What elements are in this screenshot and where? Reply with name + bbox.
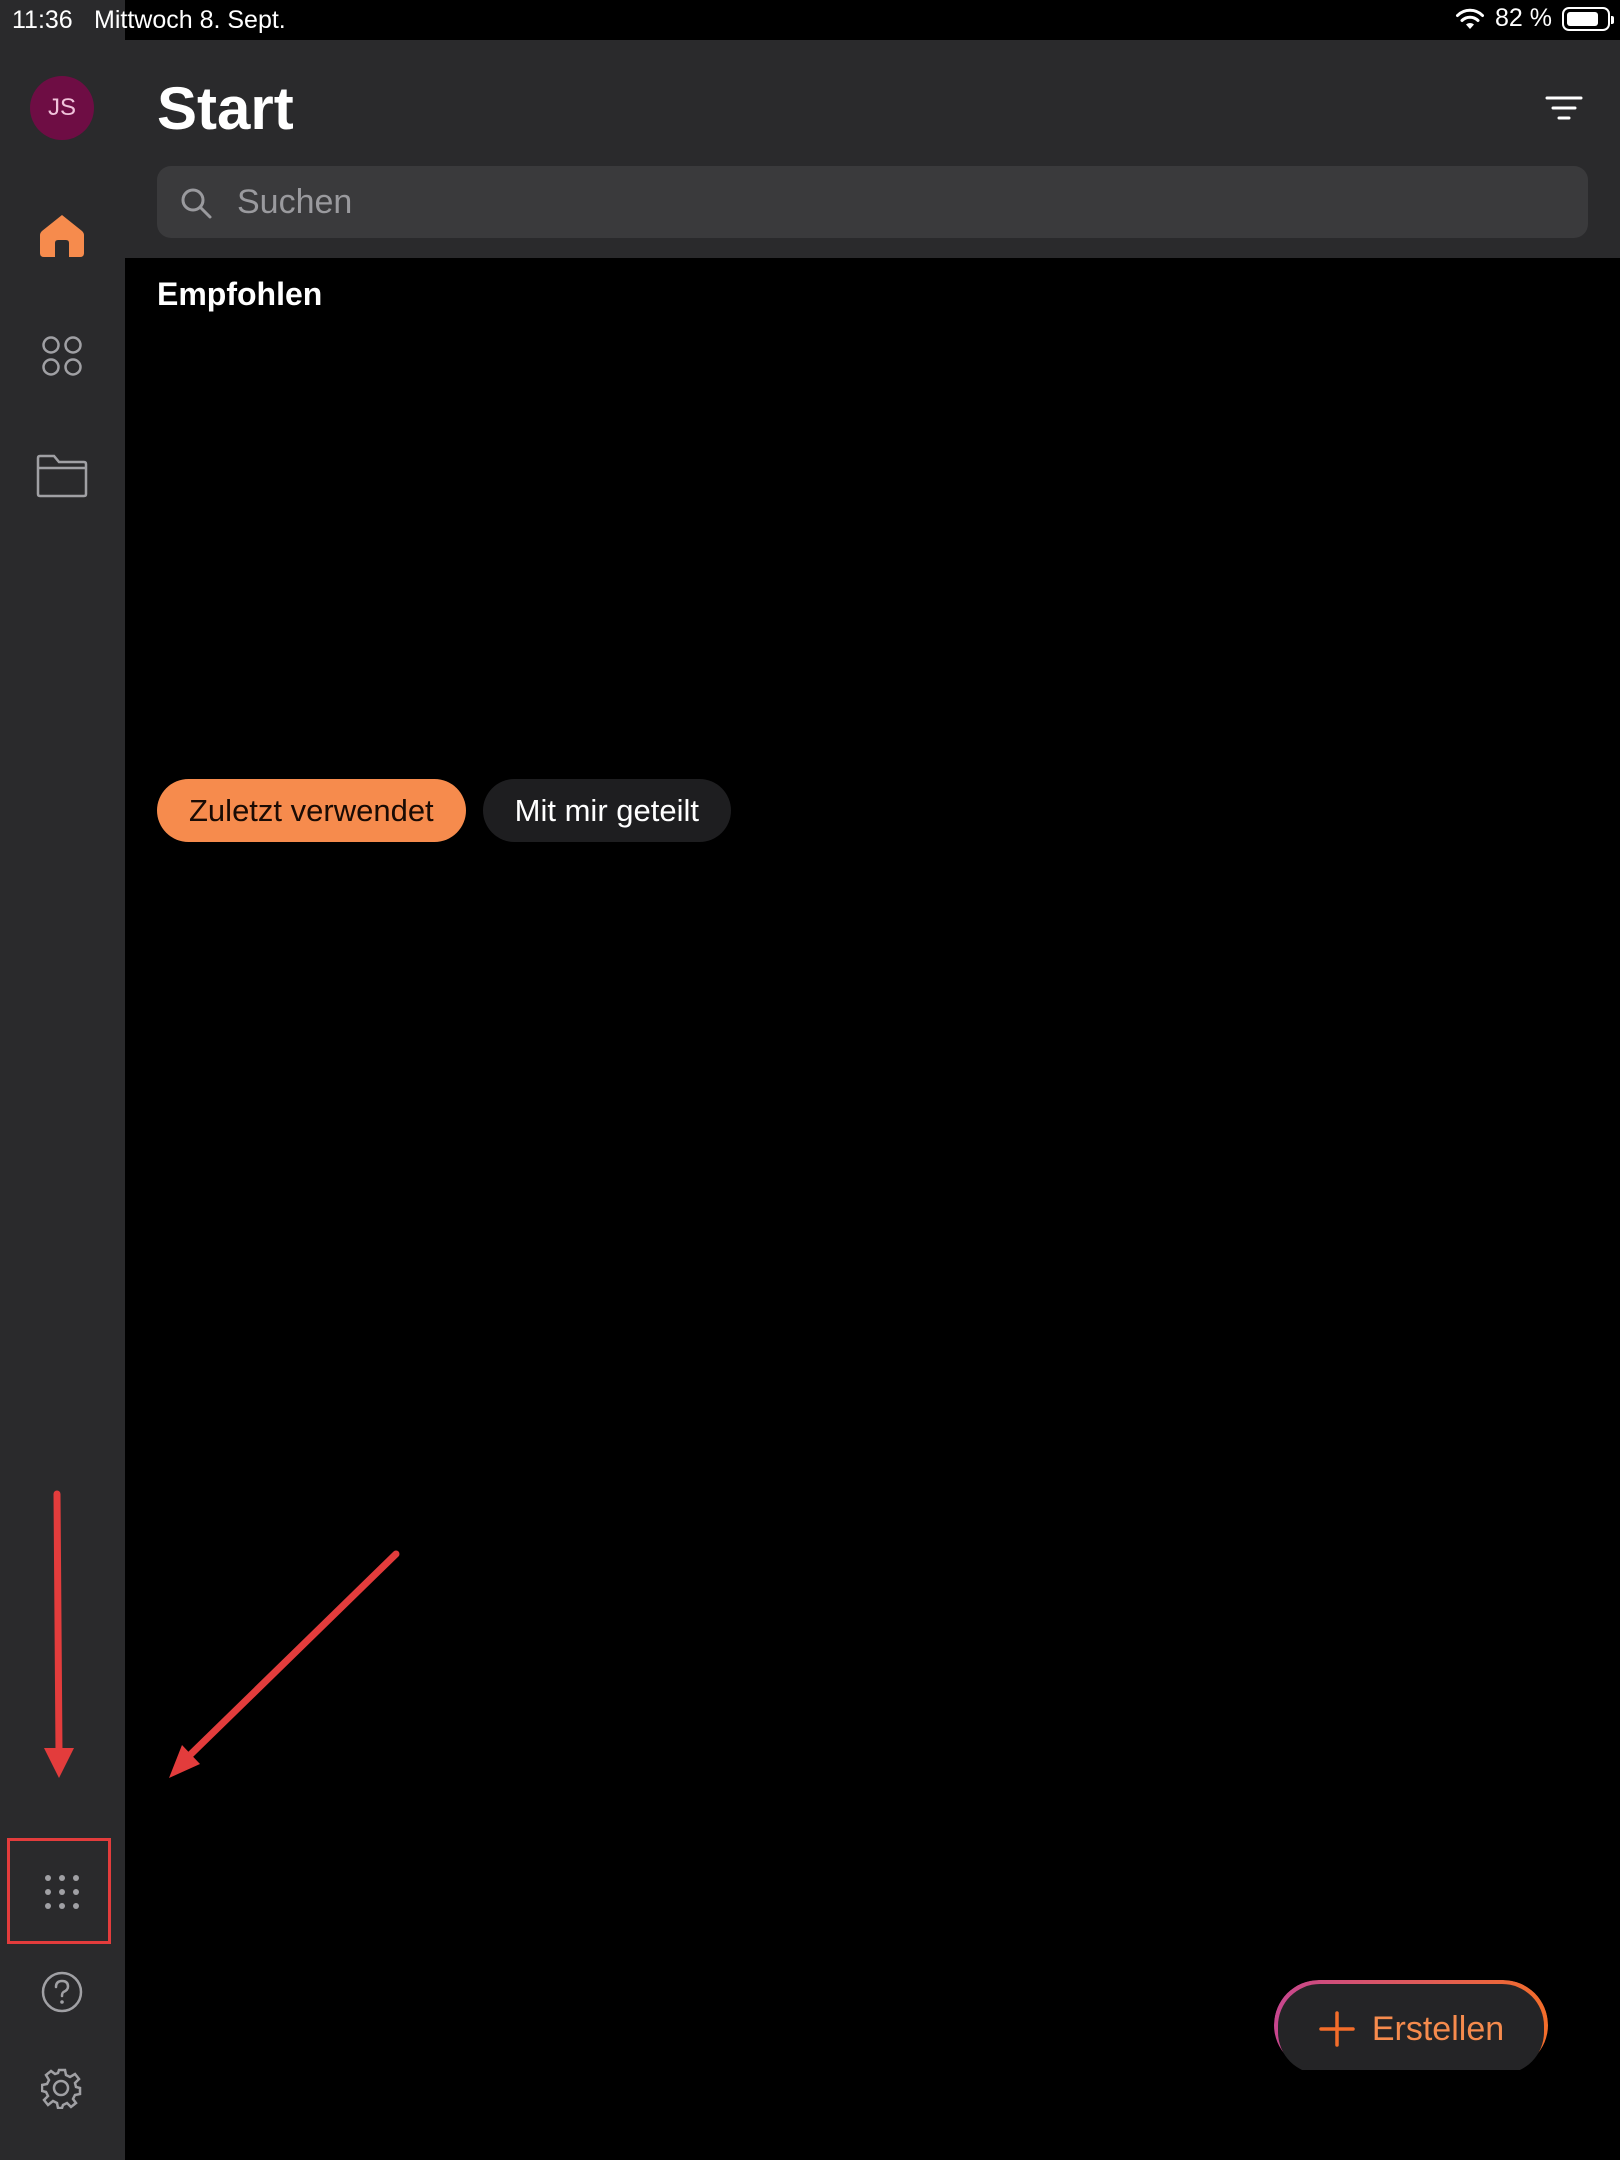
sidebar-item-settings[interactable] xyxy=(30,2056,94,2120)
battery-icon xyxy=(1562,6,1614,31)
battery-fill xyxy=(1567,11,1599,26)
battery-percent: 82 % xyxy=(1495,4,1552,32)
apps-grid-icon xyxy=(42,336,82,376)
sidebar-item-help[interactable] xyxy=(30,1960,94,2024)
home-icon xyxy=(40,215,84,257)
section-title-recommended: Empfohlen xyxy=(157,276,323,312)
filter-tabs: Zuletzt verwendet Mit mir geteilt xyxy=(157,779,731,842)
search-icon xyxy=(181,188,212,219)
annotation-arrowhead-diagonal xyxy=(169,1745,200,1778)
create-button-label: Erstellen xyxy=(1371,2009,1505,2048)
filter-icon xyxy=(1545,96,1583,120)
avatar-initials: JS xyxy=(47,94,76,121)
tab-recent[interactable]: Zuletzt verwendet xyxy=(157,779,466,842)
page-title: Start xyxy=(157,75,294,142)
sidebar-item-apps[interactable] xyxy=(30,324,94,388)
dots-grid-icon xyxy=(45,1875,79,1909)
status-date: Mittwoch 8. Sept. xyxy=(94,6,286,34)
status-time: 11:36 xyxy=(12,6,73,34)
filter-button[interactable] xyxy=(1544,92,1584,124)
create-button[interactable]: Erstellen xyxy=(1274,1980,1548,2070)
wifi-icon xyxy=(1456,8,1485,29)
annotation-arrows xyxy=(44,1490,400,1778)
search-bar[interactable] xyxy=(157,166,1588,238)
help-icon xyxy=(41,1971,83,2013)
search-input[interactable] xyxy=(237,166,1557,238)
header: Start xyxy=(125,40,1620,258)
annotation-arrow-diagonal xyxy=(186,1550,400,1759)
sidebar-item-more-apps[interactable] xyxy=(30,1860,94,1924)
create-button-inner: Erstellen xyxy=(1278,1984,1544,2070)
sidebar-item-files[interactable] xyxy=(30,444,94,508)
tab-shared-with-me[interactable]: Mit mir geteilt xyxy=(482,779,731,842)
gear-icon xyxy=(41,2068,82,2109)
folder-icon xyxy=(36,454,88,498)
status-bar: 11:36 Mittwoch 8. Sept. 82 % xyxy=(0,0,1620,40)
avatar[interactable]: JS xyxy=(30,76,94,140)
plus-icon xyxy=(1319,2011,1355,2047)
status-right: 82 % xyxy=(1455,4,1614,33)
sidebar-item-home[interactable] xyxy=(30,203,94,267)
